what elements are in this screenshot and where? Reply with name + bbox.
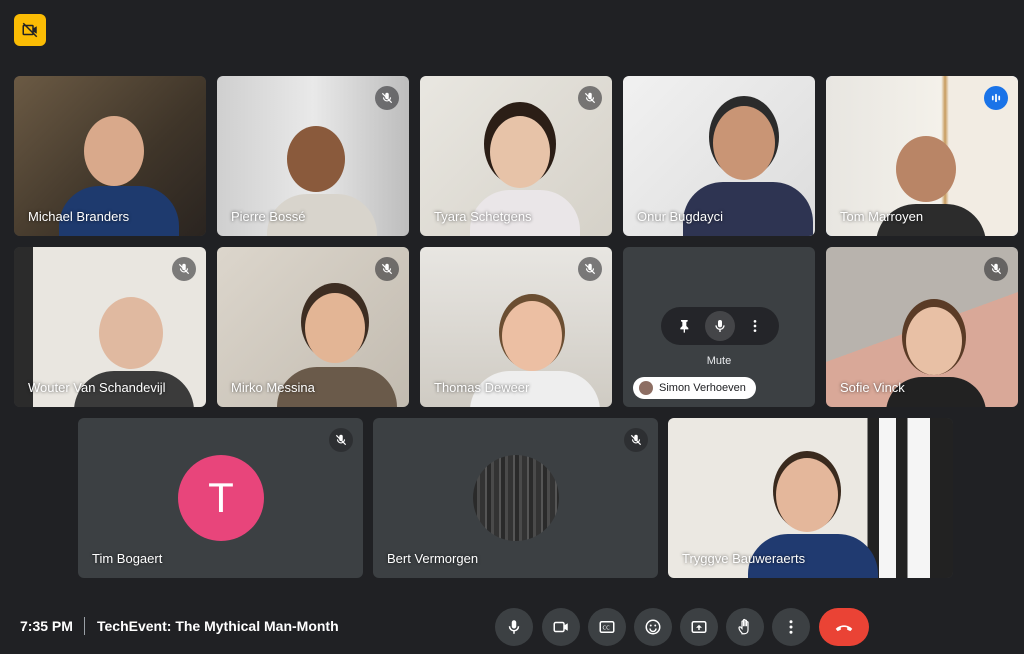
emoji-icon [645,619,661,635]
meeting-title: TechEvent: The Mythical Man-Month [97,618,339,634]
end-call-icon [835,625,853,632]
avatar [473,455,559,541]
captions-button[interactable]: CC [588,608,626,646]
participant-tile[interactable]: Mute Simon Verhoeven [623,247,815,407]
participant-name-chip: Simon Verhoeven [633,377,756,399]
participant-tile[interactable]: Michael Branders [14,76,206,236]
camera-icon [553,621,568,633]
speaking-indicator-icon [984,86,1008,110]
mic-off-icon [375,257,399,281]
participant-tile[interactable]: Tom Marroyen [826,76,1018,236]
mute-tooltip: Mute [706,355,732,367]
participant-tile[interactable]: T Tim Bogaert [78,418,363,578]
participant-name: Thomas Deweer [434,380,530,395]
participant-name: Sofie Vinck [840,380,905,395]
participant-tile[interactable]: Thomas Deweer [420,247,612,407]
mic-off-icon [624,428,648,452]
participant-name: Mirko Messina [231,380,315,395]
raise-hand-button[interactable] [726,608,764,646]
captions-icon: CC [599,621,615,633]
participant-name: Pierre Bossé [231,209,306,224]
divider [84,617,85,635]
participant-tile[interactable]: Pierre Bossé [217,76,409,236]
more-options-icon [789,620,793,634]
leave-call-button[interactable] [819,608,869,646]
more-vert-icon[interactable] [740,311,770,341]
participant-tile[interactable]: Onur Bugdayci [623,76,815,236]
meeting-time: 7:35 PM [20,618,73,634]
participant-name: Onur Bugdayci [637,209,723,224]
mic-off-icon [172,257,196,281]
mute-participant-button[interactable] [704,311,735,341]
participant-tile[interactable]: Tryggve Bauweraerts [668,418,953,578]
svg-text:CC: CC [603,625,611,631]
participant-name: Michael Branders [28,209,130,224]
participant-tile[interactable]: Mirko Messina [217,247,409,407]
mic-button[interactable] [495,608,533,646]
participant-name: Tryggve Bauweraerts [682,551,806,566]
reactions-button[interactable] [634,608,672,646]
pin-icon[interactable] [670,311,700,341]
participant-tile[interactable]: Sofie Vinck [826,247,1018,407]
avatar [639,381,653,395]
raise-hand-icon [738,618,749,635]
mic-off-icon [984,257,1008,281]
avatar: T [178,455,264,541]
present-icon [691,621,707,633]
participant-tile[interactable]: Tyara Schetgens [420,76,612,236]
participant-name: Tom Marroyen [840,209,924,224]
participant-name: Bert Vermorgen [387,551,479,566]
mic-off-icon [375,86,399,110]
participant-name: Tim Bogaert [92,551,163,566]
mic-off-icon [578,257,602,281]
participant-name: Simon Verhoeven [659,382,746,394]
participant-name: Tyara Schetgens [434,209,532,224]
participant-name: Wouter Van Schandevijl [28,380,166,395]
mic-off-icon [578,86,602,110]
participant-tile[interactable]: Wouter Van Schandevijl [14,247,206,407]
participant-tile[interactable]: Bert Vermorgen [373,418,658,578]
recording-off-badge[interactable] [14,14,46,46]
camera-off-icon [22,22,38,38]
more-options-button[interactable] [772,608,810,646]
mic-icon [508,620,520,634]
camera-button[interactable] [542,608,580,646]
present-button[interactable] [680,608,718,646]
mic-off-icon [329,428,353,452]
tile-hover-controls [661,307,779,345]
